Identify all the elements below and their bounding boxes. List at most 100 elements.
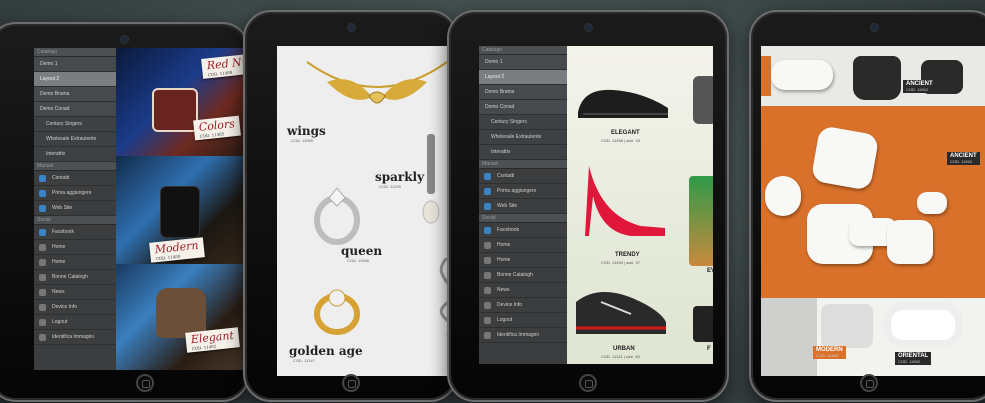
menu-section-header: Manuel: [34, 162, 116, 171]
menu-item[interactable]: Home: [34, 255, 116, 270]
shoe-image[interactable]: [693, 76, 713, 124]
menu-item[interactable]: Home: [34, 240, 116, 255]
pot-image[interactable]: [853, 56, 901, 100]
menu-item[interactable]: Wholesale Extrautente: [34, 132, 116, 147]
bowl-image[interactable]: [765, 176, 801, 216]
necklace-image[interactable]: [297, 52, 457, 132]
bowl-image[interactable]: [883, 302, 963, 348]
product-name: sparkly: [375, 170, 425, 184]
catalog-page: ELEGANT COD. 11456 | size. 43 TRENDY COD…: [567, 46, 713, 364]
product-label: MODERN COD. 11960: [813, 346, 846, 359]
menu-section-header: Social: [479, 214, 567, 223]
menu-item[interactable]: Interattiv: [34, 147, 116, 162]
product-photo[interactable]: Red Nul COD. 11489 Colors COD. 11485: [116, 48, 244, 156]
product-label: ORIENTAL COD. 11962: [895, 352, 932, 365]
tablet-4: ANCIENT COD. 11962 ANCIENT COD. 11962 MODE…: [749, 10, 985, 402]
product-code: COD. 11966: [347, 258, 369, 263]
menu-item[interactable]: Interattiv: [479, 145, 567, 160]
home-button[interactable]: [860, 374, 879, 392]
tablet-1: Catalogo Demo 1 Layout 2 Demo Brama Demo Con…: [0, 22, 250, 402]
tablet-3-screen: Catalogo Demo 1 Layout 2 Demo Brama Demo Con…: [479, 46, 713, 364]
bag-image: [152, 88, 198, 132]
menu-item[interactable]: Wholesale Extrautente: [479, 130, 567, 145]
menu-section-header: Catalogo: [479, 46, 567, 55]
product-code: COD. 11347: [293, 358, 315, 363]
menu-item[interactable]: Layout 2: [479, 70, 567, 85]
menu-item[interactable]: Web Site: [479, 199, 567, 214]
menu-item[interactable]: Century Singers: [479, 115, 567, 130]
product-name: queen: [341, 244, 383, 258]
menu-section-header: Social: [34, 216, 116, 225]
menu-item[interactable]: Logout: [34, 315, 116, 330]
shoe-image[interactable]: [689, 176, 713, 266]
menu-item[interactable]: Demo Conad: [479, 100, 567, 115]
plate-image[interactable]: [810, 125, 880, 191]
menu-section-header: Manuel: [479, 160, 567, 169]
product-tag: Elegant COD. 11482: [185, 327, 241, 353]
menu-item[interactable]: Century Singers: [34, 117, 116, 132]
product-tag: Modern COD. 11489: [149, 237, 205, 263]
product-label: ANCIENT COD. 11962: [903, 80, 936, 93]
teapot-image[interactable]: [821, 304, 873, 348]
menu-item[interactable]: News: [479, 283, 567, 298]
menu-item[interactable]: Device Info: [479, 298, 567, 313]
shoe-image[interactable]: [693, 306, 713, 342]
menu-item[interactable]: Demo 1: [479, 55, 567, 70]
menu-item[interactable]: Demo Conad: [34, 102, 116, 117]
menu-item[interactable]: Contatti: [34, 171, 116, 186]
product-name: wings: [287, 124, 326, 138]
tablet-1-screen: Catalogo Demo 1 Layout 2 Demo Brama Demo Con…: [34, 48, 244, 370]
camera-icon: [347, 24, 355, 31]
product-tag: Red Nul COD. 11489: [201, 53, 244, 79]
menu-item[interactable]: Bonne Catalogh: [479, 268, 567, 283]
tablet-2-screen: wings COD. 11965 sparkly COD. 11209 quee…: [277, 46, 457, 376]
home-button[interactable]: [341, 374, 360, 392]
cup-image[interactable]: [917, 192, 947, 214]
menu-item[interactable]: Home: [479, 238, 567, 253]
accent-stripe: [761, 56, 771, 96]
menu-item[interactable]: Web Site: [34, 201, 116, 216]
heel-image[interactable]: [581, 156, 671, 246]
menu-item[interactable]: Bonne Catalogh: [34, 270, 116, 285]
menu-item[interactable]: Logout: [479, 313, 567, 328]
tablet-4-screen: ANCIENT COD. 11962 ANCIENT COD. 11962 MODE…: [761, 46, 985, 376]
home-button[interactable]: [135, 374, 154, 392]
tablet-3: Catalogo Demo 1 Layout 2 Demo Brama Demo Con…: [447, 10, 729, 402]
menu-item[interactable]: Layout 2: [34, 72, 116, 87]
camera-icon: [585, 24, 592, 31]
product-name: URBAN: [613, 346, 635, 352]
menu-item[interactable]: Identifica Immagini: [479, 328, 567, 343]
plate-image[interactable]: [887, 220, 933, 264]
menu-item[interactable]: Prima aggiungere: [34, 186, 116, 201]
menu-item[interactable]: News: [34, 285, 116, 300]
product-photo[interactable]: Elegant COD. 11482: [116, 264, 244, 370]
menu-item[interactable]: Demo Brama: [479, 85, 567, 100]
menu-item[interactable]: Contatti: [479, 169, 567, 184]
menu-item[interactable]: Home: [479, 253, 567, 268]
menu-item[interactable]: Demo 1: [34, 57, 116, 72]
cup-image[interactable]: [761, 298, 817, 376]
ring-image[interactable]: [307, 178, 367, 248]
product-name: EV: [707, 268, 713, 274]
product-photo[interactable]: Modern COD. 11489: [116, 156, 244, 264]
tablet-2: wings COD. 11965 sparkly COD. 11209 quee…: [243, 10, 458, 402]
product-code: COD. 11121 | size. 45: [601, 354, 640, 359]
menu-item[interactable]: Identifica Immagini: [34, 330, 116, 345]
camera-icon: [871, 24, 878, 31]
sidebar-menu: Catalogo Demo 1 Layout 2 Demo Brama Demo Con…: [479, 46, 567, 364]
menu-item[interactable]: Device Info: [34, 300, 116, 315]
home-button[interactable]: [579, 374, 597, 392]
menu-item[interactable]: Facebook: [34, 225, 116, 240]
bag-image: [160, 186, 200, 238]
product-code: COD. 11456 | size. 43: [601, 138, 640, 143]
menu-item[interactable]: Prima aggiungere: [479, 184, 567, 199]
menu-item[interactable]: Facebook: [479, 223, 567, 238]
sneaker-image[interactable]: [571, 272, 671, 342]
product-tag: Colors COD. 11485: [193, 115, 242, 141]
shoe-image[interactable]: [573, 74, 673, 124]
menu-item[interactable]: Demo Brama: [34, 87, 116, 102]
product-name: golden age: [289, 344, 363, 358]
earring-image[interactable]: [417, 134, 447, 234]
plate-image[interactable]: [771, 60, 833, 90]
gold-ring-image[interactable]: [307, 280, 367, 340]
